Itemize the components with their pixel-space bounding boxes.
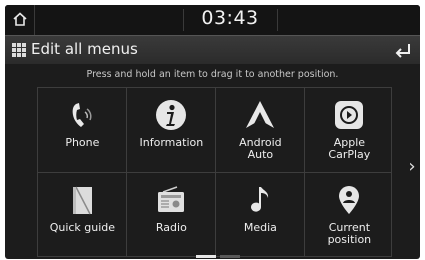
menu-item-quick-guide[interactable]: Quick guide <box>38 175 127 254</box>
menu-item-label: Android Auto <box>239 136 282 161</box>
menu-item-label: Quick guide <box>49 221 116 234</box>
menu-item-label: Information <box>139 136 204 149</box>
instruction-text: Press and hold an item to drag it to ano… <box>86 69 339 80</box>
carplay-icon <box>335 101 364 129</box>
radio-icon <box>158 186 185 212</box>
menu-item-label: Apple CarPlay <box>328 136 371 161</box>
next-page-arrow[interactable]: › <box>405 157 419 177</box>
menu-item-information[interactable]: Information <box>127 90 216 169</box>
music-note-icon <box>251 187 269 212</box>
page-indicator-active <box>196 255 216 258</box>
android-auto-icon <box>246 101 275 128</box>
header: Edit all menus <box>5 35 420 64</box>
menu-item-phone[interactable]: Phone <box>38 90 127 169</box>
location-pin-icon <box>339 186 360 214</box>
menu-grid: Phone Information Android Auto Apple Car… <box>37 87 392 257</box>
book-icon <box>73 186 93 215</box>
divider <box>277 9 278 31</box>
home-icon <box>13 12 27 26</box>
menu-grid-icon <box>12 43 26 57</box>
home-button[interactable] <box>5 5 35 35</box>
menu-item-media[interactable]: Media <box>216 175 305 254</box>
page-indicator[interactable] <box>220 255 240 258</box>
page-title: Edit all menus <box>31 40 138 58</box>
status-bar: 03:43 <box>5 5 420 35</box>
divider <box>183 9 184 31</box>
screen: 03:43 Edit all menus Press and hold an i… <box>5 5 420 259</box>
menu-item-radio[interactable]: Radio <box>127 175 216 254</box>
info-icon <box>156 100 187 130</box>
menu-item-label: Media <box>243 221 277 234</box>
clock: 03:43 <box>201 7 259 29</box>
back-arrow-icon <box>395 44 410 58</box>
back-button[interactable] <box>384 36 420 65</box>
menu-item-apple-carplay[interactable]: Apple CarPlay <box>305 90 394 169</box>
menu-item-label: Radio <box>155 221 187 234</box>
menu-item-label: Current position <box>327 221 372 246</box>
menu-item-android-auto[interactable]: Android Auto <box>216 90 305 169</box>
phone-icon <box>73 103 92 127</box>
menu-item-current-position[interactable]: Current position <box>305 175 394 254</box>
menu-item-label: Phone <box>65 136 100 149</box>
